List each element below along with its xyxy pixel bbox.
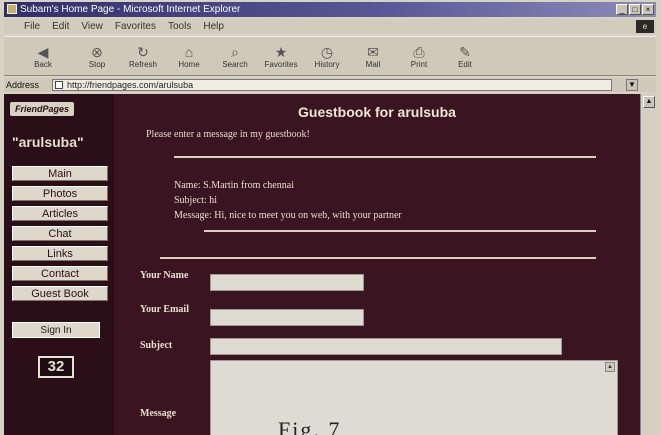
page-subtitle: Please enter a message in my guestbook! xyxy=(146,129,310,140)
edit-label: Edit xyxy=(458,59,472,69)
message-label: Message xyxy=(140,408,177,419)
sidebar-nav: Main Photos Articles Chat Links Contact … xyxy=(12,166,108,306)
dropdown-arrow-icon[interactable]: ▼ xyxy=(626,79,638,91)
menu-help[interactable]: Help xyxy=(203,19,224,34)
figure-caption: Fig. 7 xyxy=(278,417,342,435)
print-label: Print xyxy=(410,59,428,69)
address-value: http://friendpages.com/arulsuba xyxy=(67,80,194,90)
edit-icon: ✎ xyxy=(459,43,471,60)
address-bar: Address http://friendpages.com/arulsuba … xyxy=(4,78,656,92)
ie-app-icon xyxy=(7,4,17,14)
nav-contact[interactable]: Contact xyxy=(12,266,108,281)
visitor-counter: 32 xyxy=(38,356,74,378)
nav-photos[interactable]: Photos xyxy=(12,186,108,201)
search-button[interactable]: ⌕ Search xyxy=(214,37,256,75)
menu-tools[interactable]: Tools xyxy=(168,19,191,34)
menu-edit[interactable]: Edit xyxy=(52,19,69,34)
scroll-up-icon[interactable]: ▲ xyxy=(643,96,655,108)
window-titlebar: Subam's Home Page - Microsoft Internet E… xyxy=(4,2,656,17)
back-arrow-icon: ◀ xyxy=(37,43,49,60)
entry-message: Message: Hi, nice to meet you on web, wi… xyxy=(174,210,402,221)
window-title: Subam's Home Page - Microsoft Internet E… xyxy=(20,4,241,15)
sidebar: FriendPages "arulsuba" Main Photos Artic… xyxy=(4,94,114,435)
your-name-label: Your Name xyxy=(140,270,189,281)
refresh-icon: ↻ xyxy=(137,43,149,60)
your-name-input[interactable] xyxy=(210,274,364,291)
address-label: Address xyxy=(6,80,40,90)
history-icon: ◷ xyxy=(320,43,334,60)
window-controls: _ □ × xyxy=(616,4,654,15)
nav-chat[interactable]: Chat xyxy=(12,226,108,241)
home-label: Home xyxy=(178,59,200,69)
favorites-button[interactable]: ★ Favorites xyxy=(260,37,302,75)
address-input[interactable]: http://friendpages.com/arulsuba xyxy=(52,79,612,91)
stop-icon: ⊗ xyxy=(91,43,103,60)
standard-toolbar: ◀ Back ⊗ Stop ↻ Refresh ⌂ Home ⌕ Search … xyxy=(4,36,656,76)
mail-label: Mail xyxy=(365,59,381,69)
history-label: History xyxy=(314,59,340,69)
friendpages-logo[interactable]: FriendPages xyxy=(10,102,74,116)
your-email-input[interactable] xyxy=(210,309,364,326)
minimize-button[interactable]: _ xyxy=(616,4,628,15)
ie-throbber-icon: e xyxy=(636,20,654,33)
divider xyxy=(160,257,596,259)
favorites-label: Favorites xyxy=(264,59,298,69)
nav-articles[interactable]: Articles xyxy=(12,206,108,221)
message-textarea[interactable] xyxy=(210,360,618,435)
sign-in-button[interactable]: Sign In xyxy=(12,322,100,338)
divider xyxy=(174,156,596,158)
entry-subject: Subject: hi xyxy=(174,195,218,206)
home-button[interactable]: ⌂ Home xyxy=(168,37,210,75)
refresh-label: Refresh xyxy=(128,59,157,69)
subject-label: Subject xyxy=(140,340,173,351)
menu-favorites[interactable]: Favorites xyxy=(115,19,156,34)
search-icon: ⌕ xyxy=(231,43,239,60)
username-heading: "arulsuba" xyxy=(12,134,84,150)
edit-button[interactable]: ✎ Edit xyxy=(444,37,486,75)
page-title: Guestbook for arulsuba xyxy=(298,104,456,120)
vertical-scrollbar[interactable]: ▲ xyxy=(640,94,656,435)
stop-button[interactable]: ⊗ Stop xyxy=(76,37,118,75)
menu-file[interactable]: File xyxy=(24,19,40,34)
refresh-button[interactable]: ↻ Refresh xyxy=(122,37,164,75)
history-button[interactable]: ◷ History xyxy=(306,37,348,75)
back-button[interactable]: ◀ Back xyxy=(14,37,72,75)
menu-view[interactable]: View xyxy=(81,19,103,34)
print-button[interactable]: ⎙ Print xyxy=(398,37,440,75)
maximize-button[interactable]: □ xyxy=(629,4,641,15)
favorites-icon: ★ xyxy=(274,43,288,60)
guestbook-main: Guestbook for arulsuba Please enter a me… xyxy=(130,94,630,435)
mail-icon: ✉ xyxy=(367,43,379,60)
nav-links[interactable]: Links xyxy=(12,246,108,261)
nav-main[interactable]: Main xyxy=(12,166,108,181)
home-icon: ⌂ xyxy=(184,43,194,60)
nav-guest-book[interactable]: Guest Book xyxy=(12,286,108,301)
print-icon: ⎙ xyxy=(413,43,425,60)
guestbook-entry: Name: S.Martin from chennai Subject: hi … xyxy=(174,178,402,223)
page-icon xyxy=(55,81,63,89)
entry-name: Name: S.Martin from chennai xyxy=(174,180,294,191)
page-viewport: FriendPages "arulsuba" Main Photos Artic… xyxy=(4,94,640,435)
divider xyxy=(204,230,596,232)
close-button[interactable]: × xyxy=(642,4,654,15)
stop-label: Stop xyxy=(88,59,106,69)
menu-bar: File Edit View Favorites Tools Help e xyxy=(4,19,656,34)
scroll-up-arrow-icon[interactable]: ▲ xyxy=(605,362,615,372)
back-label: Back xyxy=(34,59,52,69)
your-email-label: Your Email xyxy=(140,304,189,315)
mail-button[interactable]: ✉ Mail xyxy=(352,37,394,75)
subject-input[interactable] xyxy=(210,338,562,355)
search-label: Search xyxy=(222,59,248,69)
